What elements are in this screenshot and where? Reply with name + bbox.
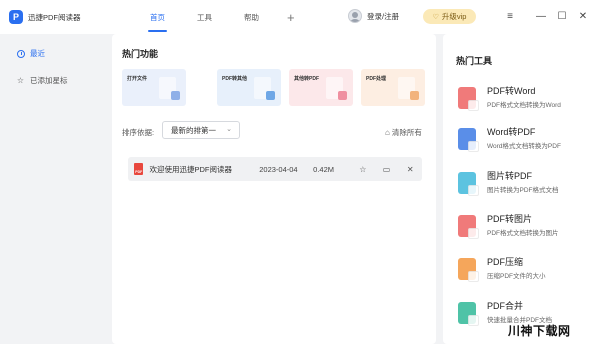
tool-name: PDF合并 (487, 301, 524, 311)
avatar-icon (348, 9, 362, 23)
tool-desc: 压缩PDF文件的大小 (487, 273, 546, 280)
tool-pdf-compress[interactable]: PDF压缩 压缩PDF文件的大小 (458, 256, 546, 282)
app-logo-icon: P (9, 10, 23, 24)
sidebar-item-recent[interactable]: 最近 (16, 48, 45, 59)
upgrade-vip-button[interactable]: ♡ 升级vip (423, 9, 476, 24)
pdf-to-image-icon (458, 215, 479, 239)
pdf-file-icon: PDF (134, 163, 144, 175)
clock-icon (16, 49, 25, 58)
convert-icon (266, 91, 275, 100)
section-title: 热门功能 (122, 49, 159, 59)
title-bar: P 迅捷PDF阅读器 首页 工具 帮助 + 登录/注册 ♡ 升级vip ≡ — … (0, 0, 600, 34)
tool-pdf-to-word[interactable]: PDF转Word PDF格式文档转换为Word (458, 85, 561, 111)
add-tab-button[interactable]: + (275, 0, 307, 34)
pdf-icon (338, 91, 347, 100)
sort-label: 排序依据: (122, 128, 155, 137)
file-date: 2023-04-04 (259, 164, 298, 174)
folder-icon (171, 91, 180, 100)
other-to-pdf-card[interactable]: 其他转PDF (289, 69, 353, 106)
close-button[interactable]: ✕ (576, 9, 590, 23)
star-icon[interactable]: ☆ (351, 165, 375, 174)
diamond-icon: ♡ (432, 13, 439, 21)
main-nav: 首页 工具 帮助 + (134, 0, 307, 34)
tools-icon (410, 91, 419, 100)
tool-name: Word转PDF (487, 127, 536, 137)
tool-desc: PDF格式文档转换为Word (487, 102, 561, 109)
pdf-merge-icon (458, 302, 479, 326)
watermark: 川神下载网 (508, 324, 571, 338)
maximize-button[interactable]: ☐ (555, 9, 569, 23)
sort-dropdown[interactable]: 最新的排第一 ⌄ (162, 121, 240, 139)
pdf-process-card[interactable]: PDF处理 (361, 69, 425, 106)
tool-image-to-pdf[interactable]: 图片转PDF 图片转换为PDF格式文档 (458, 170, 559, 196)
app-title: 迅捷PDF阅读器 (28, 12, 81, 22)
vip-label: 升级vip (441, 12, 467, 21)
tool-desc: 图片转换为PDF格式文档 (487, 187, 559, 194)
tool-word-to-pdf[interactable]: Word转PDF Word格式文档转换为PDF (458, 126, 561, 152)
clear-all-button[interactable]: ⌂ 清除所有 (385, 127, 422, 138)
tool-pdf-to-image[interactable]: PDF转图片 PDF格式文档转换为图片 (458, 213, 559, 239)
folder-icon[interactable]: ▭ (375, 165, 399, 174)
chevron-down-icon: ⌄ (226, 126, 232, 133)
minimize-button[interactable]: — (534, 9, 548, 23)
main-panel: 热门功能 打开文件 PDF转其他 其他转PDF PDF处理 排序依据: 最新的排… (112, 34, 436, 344)
tool-desc: PDF格式文档转换为图片 (487, 230, 559, 237)
app-brand: P 迅捷PDF阅读器 (0, 0, 112, 34)
star-icon: ☆ (16, 76, 25, 85)
sidebar-item-label: 最近 (30, 49, 45, 58)
sort-value: 最新的排第一 (171, 125, 216, 135)
open-file-card[interactable]: 打开文件 (122, 69, 186, 106)
image-to-pdf-icon (458, 172, 479, 196)
clear-all-label: 清除所有 (391, 128, 422, 137)
card-label: 其他转PDF (294, 76, 320, 82)
login-label: 登录/注册 (367, 11, 400, 21)
file-row[interactable]: PDF 欢迎使用迅捷PDF阅读器 2023-04-04 0.42M ☆ ▭ ✕ (128, 157, 422, 181)
card-label: PDF转其他 (222, 76, 248, 82)
hot-tools-title: 热门工具 (456, 56, 493, 66)
card-label: 打开文件 (127, 76, 148, 82)
card-label: PDF处理 (366, 76, 387, 82)
pdf-compress-icon (458, 258, 479, 282)
sidebar-item-label: 已添加星标 (30, 76, 68, 85)
file-name: 欢迎使用迅捷PDF阅读器 (149, 164, 232, 174)
tab-home[interactable]: 首页 (134, 0, 181, 34)
sidebar: 最近 ☆ 已添加星标 (0, 34, 112, 344)
tool-name: PDF转Word (487, 86, 536, 96)
tab-tools[interactable]: 工具 (181, 0, 228, 34)
broom-icon: ⌂ (385, 128, 390, 137)
tool-name: PDF压缩 (487, 257, 524, 267)
tool-name: 图片转PDF (487, 171, 533, 181)
tool-desc: Word格式文档转换为PDF (487, 143, 561, 150)
pdf-to-word-icon (458, 87, 479, 111)
remove-icon[interactable]: ✕ (398, 165, 422, 174)
file-size: 0.42M (313, 164, 335, 174)
tab-help[interactable]: 帮助 (228, 0, 275, 34)
sidebar-item-starred[interactable]: ☆ 已添加星标 (16, 75, 68, 86)
menu-icon[interactable]: ≡ (503, 9, 517, 23)
hot-tools-panel: 热门工具 PDF转Word PDF格式文档转换为Word Word转PDF Wo… (443, 34, 600, 344)
login-button[interactable]: 登录/注册 (348, 9, 399, 23)
tool-pdf-merge[interactable]: PDF合并 快速批量合并PDF文档 (458, 300, 552, 326)
word-to-pdf-icon (458, 128, 479, 152)
pdf-to-other-card[interactable]: PDF转其他 (217, 69, 281, 106)
tool-name: PDF转图片 (487, 214, 533, 224)
